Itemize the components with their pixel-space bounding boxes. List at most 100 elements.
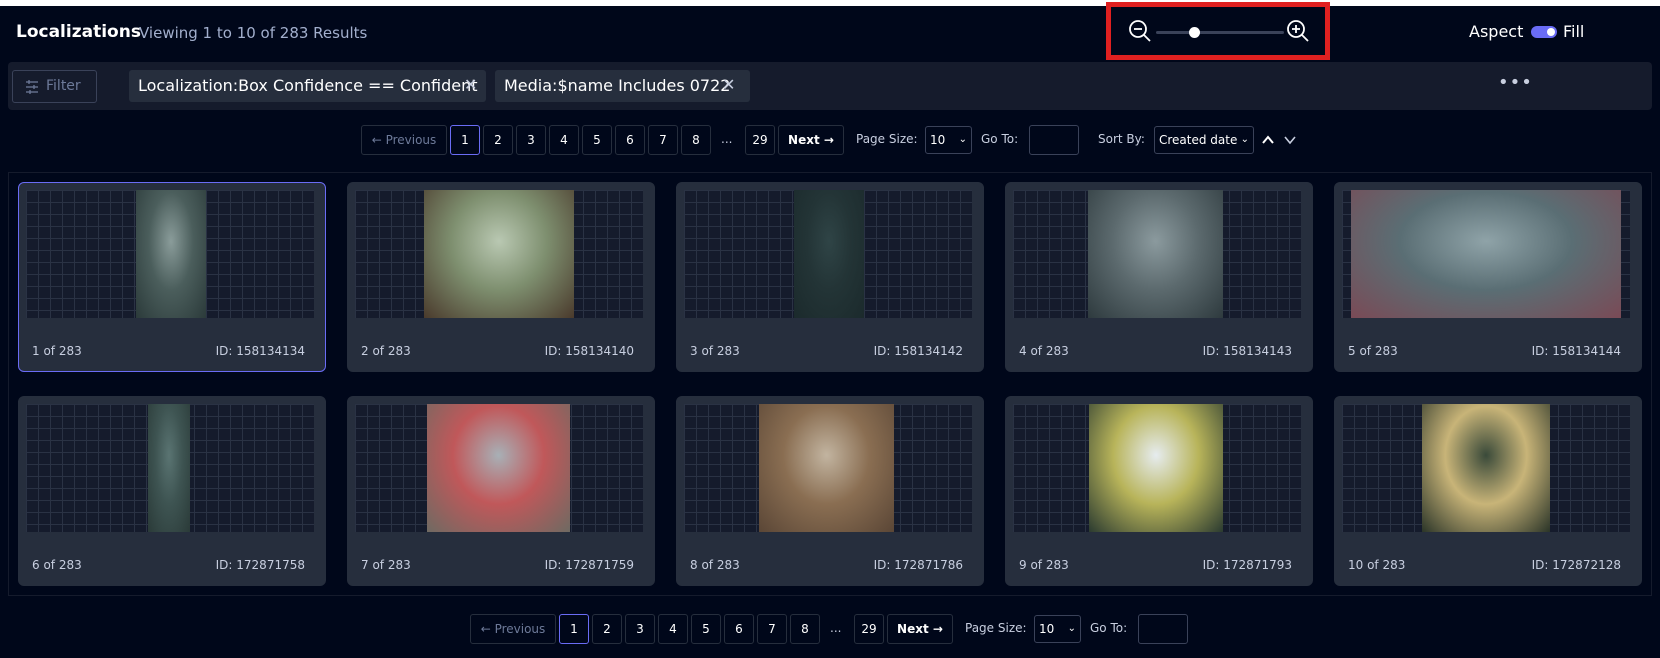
- next-button[interactable]: Next →: [887, 614, 953, 644]
- card-thumbnail[interactable]: [1342, 190, 1630, 318]
- localization-card[interactable]: 4 of 283 ID: 158134143: [1005, 182, 1313, 372]
- localization-image: [759, 404, 894, 532]
- chevron-down-icon: ⌄: [958, 134, 967, 145]
- filter-button-label: Filter: [46, 78, 81, 94]
- page-button[interactable]: 3: [625, 614, 655, 644]
- localization-card[interactable]: 2 of 283 ID: 158134140: [347, 182, 655, 372]
- page-button[interactable]: 29: [745, 125, 775, 155]
- card-thumbnail[interactable]: [684, 190, 972, 318]
- card-thumbnail[interactable]: [1342, 404, 1630, 532]
- localization-card[interactable]: 7 of 283 ID: 172871759: [347, 396, 655, 586]
- localization-card[interactable]: 3 of 283 ID: 158134142: [676, 182, 984, 372]
- card-index: 7 of 283: [361, 558, 411, 572]
- aspect-label: Aspect: [1469, 22, 1524, 41]
- localization-card[interactable]: 8 of 283 ID: 172871786: [676, 396, 984, 586]
- filter-chip[interactable]: Localization:Box Confidence == Confident…: [129, 70, 486, 102]
- card-index: 10 of 283: [1348, 558, 1406, 572]
- pagination-ellipsis: ...: [830, 621, 842, 635]
- card-index: 8 of 283: [690, 558, 740, 572]
- page-button[interactable]: 6: [724, 614, 754, 644]
- sort-descending-icon[interactable]: [1283, 133, 1297, 147]
- page-button[interactable]: 3: [516, 125, 546, 155]
- zoom-out-icon[interactable]: [1128, 19, 1152, 43]
- more-options-icon[interactable]: •••: [1498, 72, 1533, 93]
- filter-sliders-icon: [26, 80, 38, 94]
- localization-image: [427, 404, 570, 532]
- page-button[interactable]: 29: [854, 614, 884, 644]
- card-thumbnail[interactable]: [684, 404, 972, 532]
- close-icon[interactable]: ✕: [722, 75, 735, 94]
- bottom-pagination: ← Previous 1 2 3 4 5 6 7 8 ... 29 Next →…: [470, 614, 1190, 644]
- fill-label: Fill: [1563, 22, 1585, 41]
- page-size-select[interactable]: 10 ⌄: [1034, 615, 1081, 643]
- filter-button[interactable]: Filter: [12, 70, 97, 103]
- zoom-in-icon[interactable]: [1286, 19, 1310, 43]
- page-button[interactable]: 4: [658, 614, 688, 644]
- goto-label: Go To:: [1090, 621, 1128, 635]
- top-pagination: ← Previous 1 2 3 4 5 6 7 8 ... 29 Next →…: [361, 125, 1311, 155]
- zoom-slider[interactable]: [1156, 31, 1284, 34]
- localization-card[interactable]: 10 of 283 ID: 172872128: [1334, 396, 1642, 586]
- card-index: 4 of 283: [1019, 344, 1069, 358]
- card-thumbnail[interactable]: [355, 190, 643, 318]
- page-button[interactable]: 2: [592, 614, 622, 644]
- card-index: 5 of 283: [1348, 344, 1398, 358]
- sort-by-label: Sort By:: [1098, 132, 1145, 146]
- goto-input[interactable]: [1029, 125, 1079, 155]
- localization-card[interactable]: 5 of 283 ID: 158134144: [1334, 182, 1642, 372]
- localization-image: [136, 190, 206, 318]
- card-index: 3 of 283: [690, 344, 740, 358]
- previous-button[interactable]: ← Previous: [470, 614, 556, 644]
- filter-chip-label: Media:$name Includes 0722: [504, 76, 731, 95]
- page-button[interactable]: 8: [790, 614, 820, 644]
- localization-image: [1351, 190, 1621, 318]
- card-id: ID: 172871758: [215, 558, 305, 572]
- filter-chip-label: Localization:Box Confidence == Confident: [138, 76, 478, 95]
- card-thumbnail[interactable]: [355, 404, 643, 532]
- page-button[interactable]: 7: [648, 125, 678, 155]
- card-index: 2 of 283: [361, 344, 411, 358]
- chevron-down-icon: ⌄: [1240, 127, 1249, 153]
- zoom-slider-thumb[interactable]: [1189, 27, 1200, 38]
- card-thumbnail[interactable]: [1013, 190, 1301, 318]
- sort-ascending-icon[interactable]: [1261, 133, 1275, 147]
- page-button[interactable]: 1: [559, 614, 589, 644]
- toggle-knob[interactable]: [1547, 28, 1555, 36]
- results-summary: Viewing 1 to 10 of 283 Results: [139, 24, 368, 42]
- page-size-select[interactable]: 10 ⌄: [925, 126, 972, 154]
- card-id: ID: 158134142: [873, 344, 963, 358]
- next-button[interactable]: Next →: [778, 125, 844, 155]
- localization-card[interactable]: 6 of 283 ID: 172871758: [18, 396, 326, 586]
- card-thumbnail[interactable]: [1013, 404, 1301, 532]
- localization-card[interactable]: 1 of 283 ID: 158134134: [18, 182, 326, 372]
- filter-chip[interactable]: Media:$name Includes 0722 ✕: [495, 70, 750, 102]
- previous-button[interactable]: ← Previous: [361, 125, 447, 155]
- card-id: ID: 158134140: [544, 344, 634, 358]
- card-index: 1 of 283: [32, 344, 82, 358]
- goto-input[interactable]: [1138, 614, 1188, 644]
- page-button[interactable]: 1: [450, 125, 480, 155]
- page-button[interactable]: 2: [483, 125, 513, 155]
- localization-card[interactable]: 9 of 283 ID: 172871793: [1005, 396, 1313, 586]
- card-id: ID: 172872128: [1531, 558, 1621, 572]
- page-button[interactable]: 4: [549, 125, 579, 155]
- card-id: ID: 172871793: [1202, 558, 1292, 572]
- page-button[interactable]: 8: [681, 125, 711, 155]
- page-size-label: Page Size:: [965, 621, 1027, 635]
- page-button[interactable]: 6: [615, 125, 645, 155]
- card-thumbnail[interactable]: [26, 404, 314, 532]
- page-button[interactable]: 5: [691, 614, 721, 644]
- card-id: ID: 158134134: [215, 344, 305, 358]
- page-button[interactable]: 7: [757, 614, 787, 644]
- page-button[interactable]: 5: [582, 125, 612, 155]
- card-id: ID: 172871759: [544, 558, 634, 572]
- localization-image: [794, 190, 864, 318]
- sort-by-select[interactable]: Created date ⌄: [1154, 126, 1254, 154]
- card-thumbnail[interactable]: [26, 190, 314, 318]
- card-id: ID: 172871786: [873, 558, 963, 572]
- page-size-value: 10: [930, 133, 946, 147]
- close-icon[interactable]: ✕: [464, 75, 477, 94]
- pagination-ellipsis: ...: [721, 132, 733, 146]
- sort-by-value: Created date: [1159, 133, 1238, 147]
- card-index: 6 of 283: [32, 558, 82, 572]
